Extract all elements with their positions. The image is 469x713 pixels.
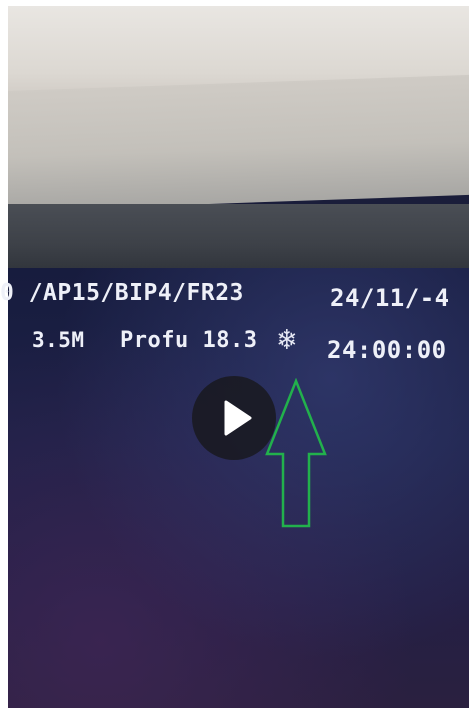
monitor-bezel-top (8, 74, 469, 212)
freeze-snowflake-icon: ❄ (278, 322, 297, 357)
osd-probe-settings: 0 /AP15/BIP4/FR23 (0, 280, 244, 306)
osd-date: 24/11/-4 (330, 284, 450, 312)
annotation-arrow (265, 378, 327, 528)
osd-time: 24:00:00 (327, 336, 447, 364)
osd-depth: 3.5M (32, 328, 85, 352)
osd-profu: Profu 18.3 (120, 328, 258, 353)
monitor-bezel-inner (8, 204, 469, 272)
